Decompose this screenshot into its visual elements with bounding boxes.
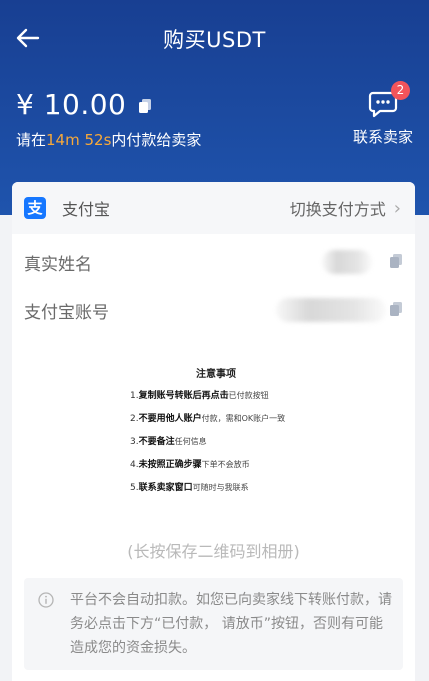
warning-text: 平台不会自动扣款。如您已向卖家线下转账付款，请务必点击下方“已付款， 请放币”按… [70, 592, 392, 656]
notice-title: 注意事项 [196, 369, 236, 380]
info-icon [38, 592, 54, 608]
notice-item: 4.未按照正确步骤下单不会放币 [130, 460, 250, 470]
page-title: 购买USDT [163, 28, 266, 52]
save-qr-hint: (长按保存二维码到相册) [127, 542, 300, 561]
countdown-timer: 14m 52s [46, 131, 112, 149]
amount-row: ¥ 10.00 [16, 88, 152, 121]
chat-icon: 2 [368, 81, 410, 118]
real-name-value-blurred [322, 250, 372, 274]
alipay-account-label: 支付宝账号 [24, 302, 109, 323]
notice-item: 3.不要备注任何信息 [130, 437, 207, 447]
copy-icon[interactable] [138, 98, 152, 114]
payment-card: 支 支付宝 切换支付方式 › 真实姓名 支付宝账号 注意事项 1.复制账号转账后… [12, 182, 415, 681]
notice-item: 1.复制账号转账后再点击已付款按钮 [130, 391, 269, 401]
real-name-label: 真实姓名 [24, 254, 92, 275]
amount-value: ¥ 10.00 [16, 88, 127, 121]
alipay-account-value-blurred [276, 298, 386, 322]
notice-item: 2.不要用他人账户付款，需和OK账户一致 [130, 414, 286, 424]
alipay-account-row: 支付宝账号 [24, 295, 403, 325]
contact-seller-label: 联系卖家 [352, 128, 413, 146]
warning-box: 平台不会自动扣款。如您已向卖家线下转账付款，请务必点击下方“已付款， 请放币”按… [24, 578, 403, 670]
unread-badge: 2 [391, 81, 410, 100]
alipay-icon: 支 [24, 197, 46, 219]
notice-item: 5.联系卖家窗口可随时与我联系 [130, 483, 249, 493]
chevron-right-icon: › [393, 197, 401, 219]
copy-icon[interactable] [389, 301, 403, 317]
payment-method-name: 支付宝 [62, 200, 111, 219]
payment-method-row[interactable]: 支 支付宝 切换支付方式 › [12, 182, 415, 234]
copy-icon[interactable] [389, 253, 403, 269]
real-name-row: 真实姓名 [24, 247, 403, 277]
qr-notice-image[interactable]: 注意事项 1.复制账号转账后再点击已付款按钮 2.不要用他人账户付款，需和OK账… [116, 362, 316, 497]
payment-deadline: 请在14m 52s内付款给卖家 [16, 131, 202, 149]
notice-list: 1.复制账号转账后再点击已付款按钮 2.不要用他人账户付款，需和OK账户一致 3… [130, 390, 316, 505]
contact-seller-button[interactable]: 2 联系卖家 [351, 81, 415, 147]
switch-payment-button[interactable]: 切换支付方式 › [290, 196, 401, 220]
